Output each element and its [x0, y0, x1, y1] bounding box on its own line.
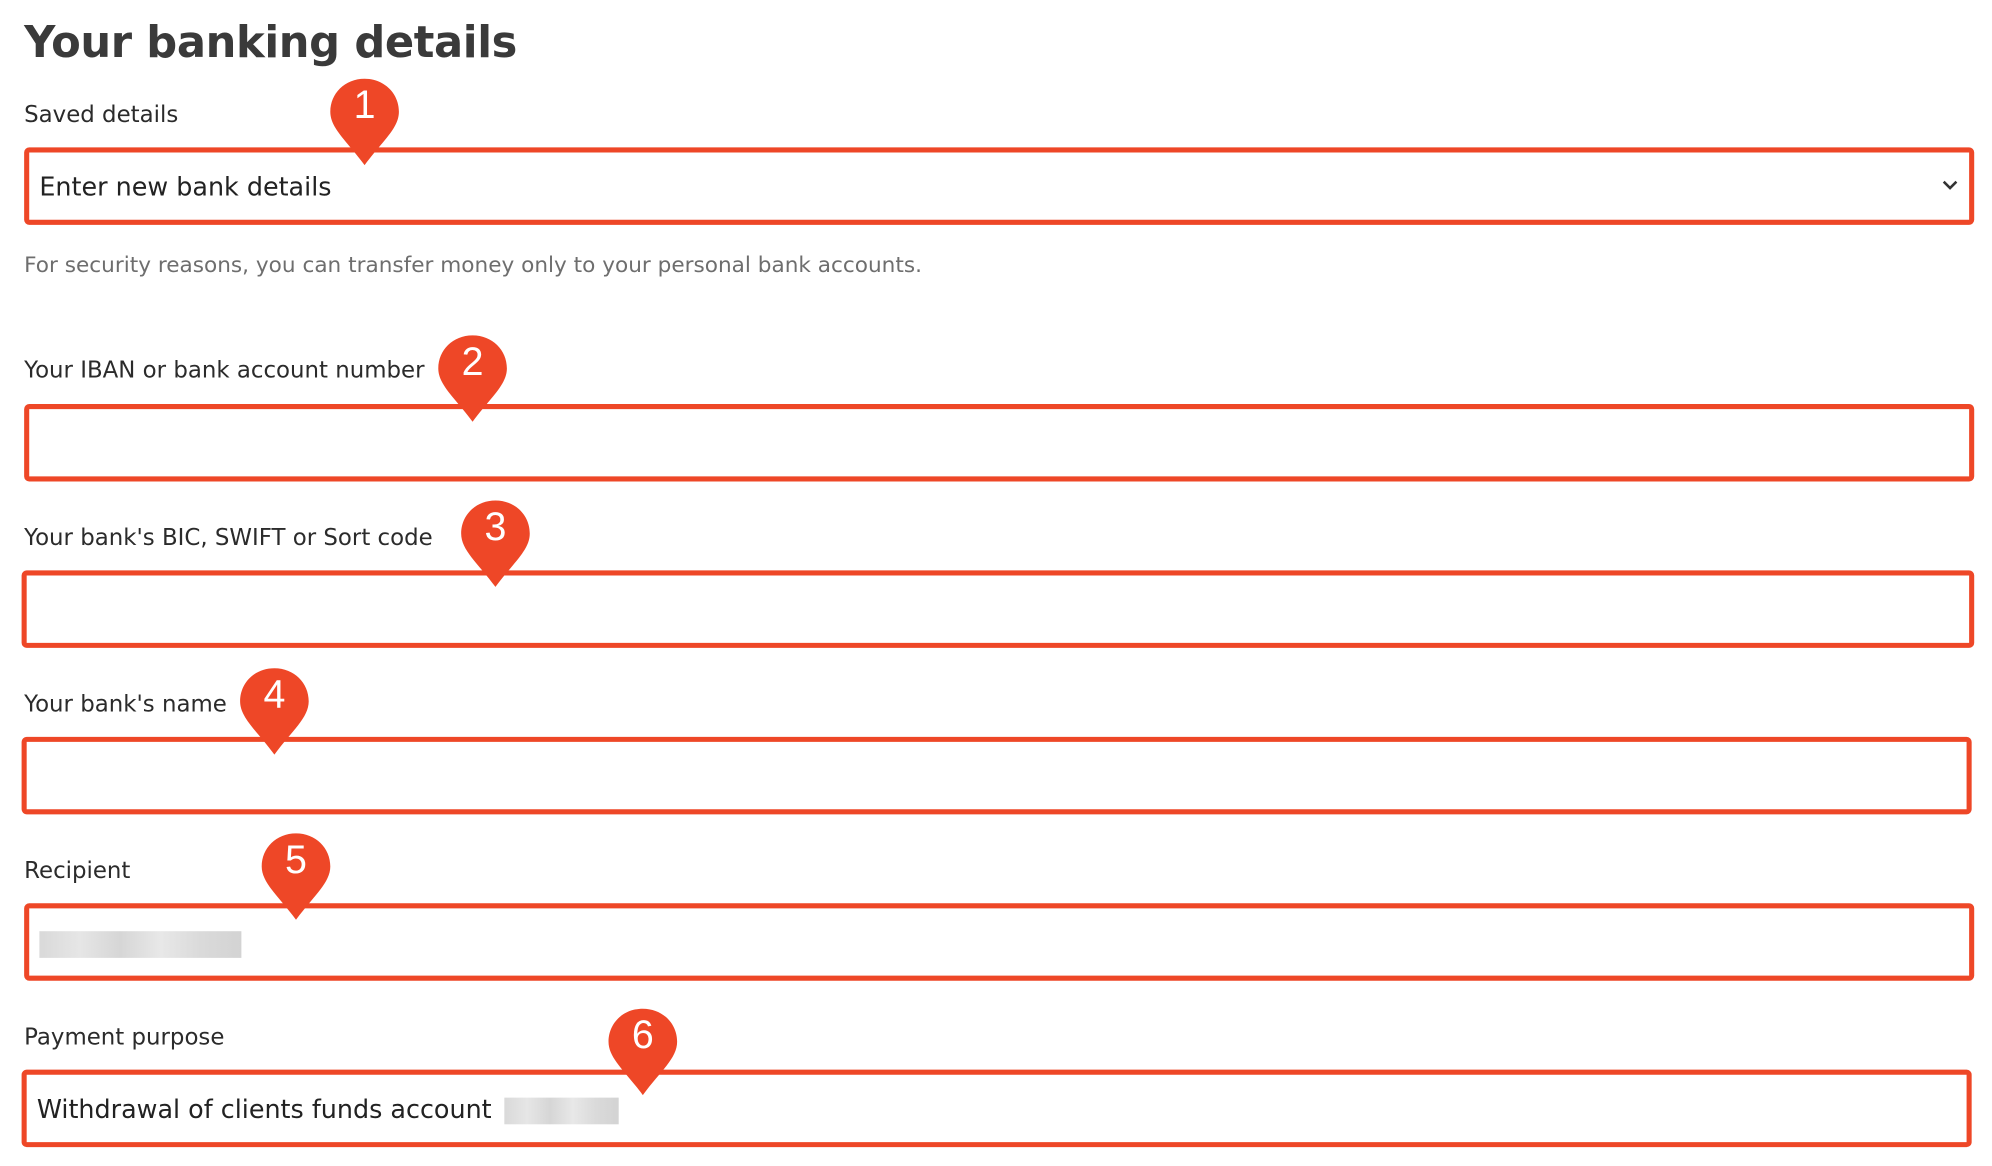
- bank-name-label: Your bank's name: [24, 691, 227, 718]
- page-title: Your banking details: [24, 17, 517, 69]
- bic-input[interactable]: [21, 570, 1975, 648]
- redacted-block: [39, 930, 242, 958]
- recipient-label: Recipient: [24, 857, 131, 885]
- bank-name-input[interactable]: [21, 736, 1972, 815]
- bic-label: Your bank's BIC, SWIFT or Sort code: [24, 524, 433, 552]
- payment-purpose-value: Withdrawal of clients funds account: [37, 1093, 620, 1124]
- annotation-marker-6: 6: [607, 1006, 678, 1097]
- redacted-block: [504, 1096, 620, 1124]
- annotation-marker-1: 1: [329, 76, 400, 167]
- saved-details-select[interactable]: Enter new bank details: [24, 147, 1975, 225]
- recipient-value: [39, 927, 242, 958]
- payment-purpose-label: Payment purpose: [24, 1023, 225, 1051]
- iban-label: Your IBAN or bank account number: [24, 356, 425, 384]
- security-hint: For security reasons, you can transfer m…: [24, 252, 922, 279]
- saved-details-selected-value: Enter new bank details: [39, 170, 332, 202]
- saved-details-label: Saved details: [24, 101, 179, 129]
- chevron-down-icon: [1941, 176, 1959, 196]
- annotation-marker-4: 4: [239, 666, 310, 757]
- annotation-marker-5: 5: [260, 831, 331, 922]
- banking-details-form: Your banking details Saved details Enter…: [0, 0, 1992, 1165]
- iban-input[interactable]: [24, 403, 1975, 482]
- annotation-marker-2: 2: [437, 333, 508, 424]
- annotation-marker-3: 3: [460, 498, 531, 589]
- payment-purpose-input[interactable]: Withdrawal of clients funds account: [21, 1069, 1972, 1148]
